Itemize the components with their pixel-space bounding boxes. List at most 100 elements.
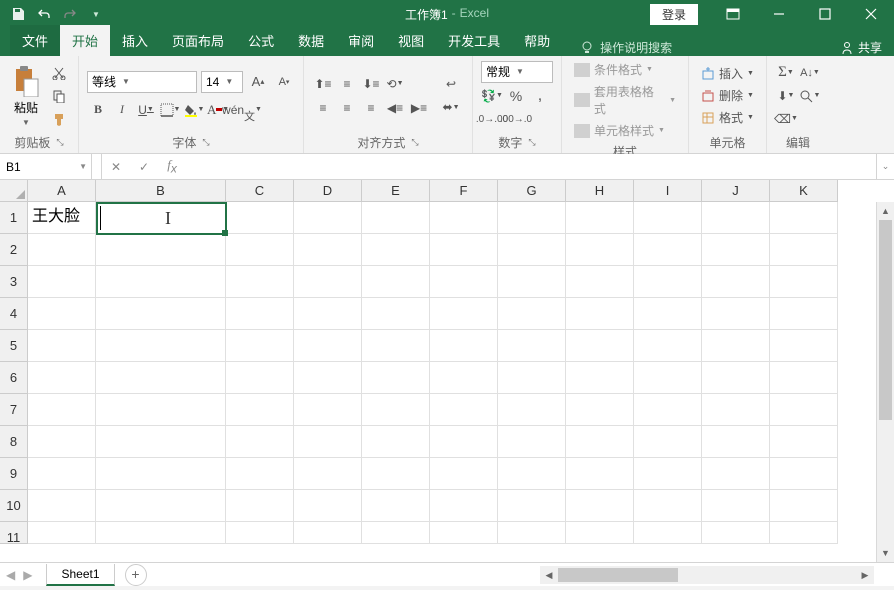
cell-A10[interactable] [28,490,96,522]
cell-B6[interactable] [96,362,226,394]
phonetic-button[interactable]: wén文▼ [231,99,253,121]
cell-A2[interactable] [28,234,96,266]
cell-C1[interactable] [226,202,294,234]
tab-file[interactable]: 文件 [10,25,60,56]
cell-K5[interactable] [770,330,838,362]
cell-H5[interactable] [566,330,634,362]
cell-A1[interactable]: 王大脸 [28,202,96,234]
cell-K8[interactable] [770,426,838,458]
cell-F2[interactable] [430,234,498,266]
tell-me-search[interactable]: 操作说明搜索 [580,39,672,56]
cell-E10[interactable] [362,490,430,522]
border-button[interactable]: ▼ [159,99,181,121]
cells-container[interactable]: 王大脸 [28,202,838,544]
clipboard-dialog-launcher[interactable]: ⤡ [56,137,63,148]
redo-icon[interactable] [58,2,82,26]
insert-function-button[interactable]: fx [158,154,186,179]
cell-J9[interactable] [702,458,770,490]
paste-button[interactable]: 粘贴 ▼ [8,63,44,129]
format-cells-button[interactable]: 格式 ▼ [697,107,758,128]
cell-G7[interactable] [498,394,566,426]
tab-page-layout[interactable]: 页面布局 [160,25,236,56]
autosum-button[interactable]: Σ▼ [775,62,797,84]
maximize-icon[interactable] [802,0,848,28]
copy-button[interactable] [48,85,70,107]
cell-E9[interactable] [362,458,430,490]
cell-G8[interactable] [498,426,566,458]
share-button[interactable]: 共享 [840,39,882,56]
cell-F11[interactable] [430,522,498,544]
cell-H4[interactable] [566,298,634,330]
cell-G5[interactable] [498,330,566,362]
tab-home[interactable]: 开始 [60,25,110,56]
cell-F6[interactable] [430,362,498,394]
column-header-A[interactable]: A [28,180,96,202]
horizontal-scroll-thumb[interactable] [558,568,678,582]
cell-styles-button[interactable]: 单元格样式 ▼ [570,120,680,141]
cell-K7[interactable] [770,394,838,426]
row-header-3[interactable]: 3 [0,266,28,298]
cell-H1[interactable] [566,202,634,234]
cell-H11[interactable] [566,522,634,544]
cell-E7[interactable] [362,394,430,426]
cell-B4[interactable] [96,298,226,330]
fill-color-button[interactable]: ▼ [183,99,205,121]
cell-G1[interactable] [498,202,566,234]
tab-help[interactable]: 帮助 [512,25,562,56]
cell-F3[interactable] [430,266,498,298]
vertical-scrollbar[interactable]: ▲ ▼ [876,202,894,562]
cell-F9[interactable] [430,458,498,490]
cell-F8[interactable] [430,426,498,458]
row-header-11[interactable]: 11 [0,522,28,544]
column-header-H[interactable]: H [566,180,634,202]
cell-F5[interactable] [430,330,498,362]
cell-I7[interactable] [634,394,702,426]
enter-formula-button[interactable]: ✓ [130,154,158,179]
bold-button[interactable]: B [87,99,109,121]
cell-K2[interactable] [770,234,838,266]
horizontal-scrollbar[interactable]: ◀ ▶ [540,566,874,584]
cell-I8[interactable] [634,426,702,458]
login-button[interactable]: 登录 [650,4,698,25]
column-header-G[interactable]: G [498,180,566,202]
accounting-format-button[interactable]: 💱▼ [481,85,503,107]
cell-J4[interactable] [702,298,770,330]
sort-filter-button[interactable]: A↓▼ [799,62,821,84]
row-header-6[interactable]: 6 [0,362,28,394]
font-name-combo[interactable]: 等线▼ [87,71,197,93]
cell-I2[interactable] [634,234,702,266]
cell-I6[interactable] [634,362,702,394]
cell-E8[interactable] [362,426,430,458]
align-right-button[interactable]: ≡ [360,97,382,119]
number-dialog-launcher[interactable]: ⤡ [528,137,535,148]
scroll-left-button[interactable]: ◀ [540,570,558,581]
cell-K6[interactable] [770,362,838,394]
cell-A5[interactable] [28,330,96,362]
row-headers[interactable]: 1234567891011 [0,202,28,544]
cell-E6[interactable] [362,362,430,394]
tab-developer[interactable]: 开发工具 [436,25,512,56]
cell-J10[interactable] [702,490,770,522]
cell-H6[interactable] [566,362,634,394]
italic-button[interactable]: I [111,99,133,121]
tab-review[interactable]: 审阅 [336,25,386,56]
cell-B7[interactable] [96,394,226,426]
cell-D8[interactable] [294,426,362,458]
cell-G3[interactable] [498,266,566,298]
decrease-font-button[interactable]: A▾ [273,71,295,93]
tab-data[interactable]: 数据 [286,25,336,56]
cell-I10[interactable] [634,490,702,522]
cell-G11[interactable] [498,522,566,544]
minimize-icon[interactable] [756,0,802,28]
merge-button[interactable]: ⬌▼ [438,96,464,118]
cell-H7[interactable] [566,394,634,426]
cell-D6[interactable] [294,362,362,394]
cell-G6[interactable] [498,362,566,394]
find-select-button[interactable]: ▼ [799,85,821,107]
cell-C9[interactable] [226,458,294,490]
row-header-8[interactable]: 8 [0,426,28,458]
insert-cells-button[interactable]: 插入 ▼ [697,63,758,84]
save-icon[interactable] [6,2,30,26]
tab-insert[interactable]: 插入 [110,25,160,56]
align-bottom-button[interactable]: ⬇≡ [360,73,382,95]
